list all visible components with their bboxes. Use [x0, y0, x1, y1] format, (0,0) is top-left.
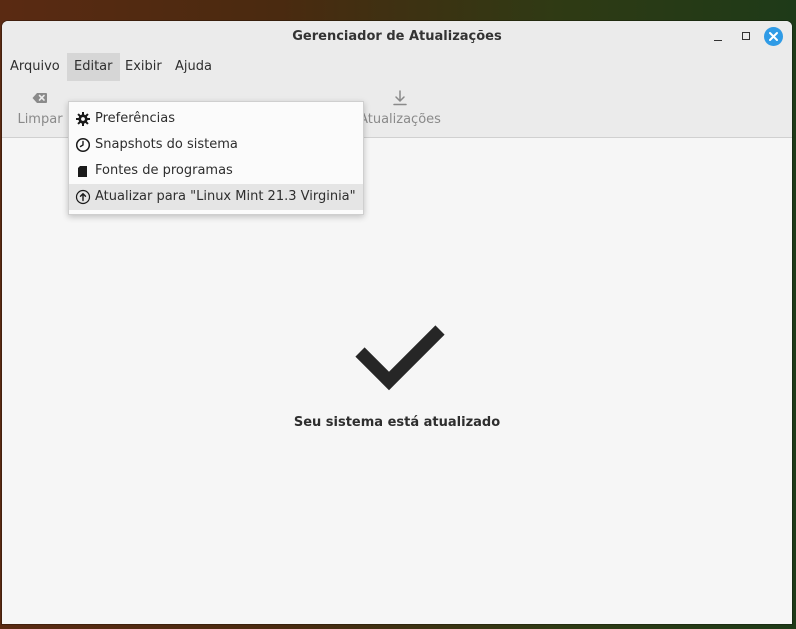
download-icon [393, 90, 407, 106]
clear-label: Limpar [17, 112, 63, 127]
install-updates-button[interactable]: Atualizações [356, 81, 444, 137]
menu-arquivo[interactable]: Arquivo [3, 53, 67, 81]
menu-item-software-sources[interactable]: Fontes de programas [69, 158, 363, 184]
menu-item-snapshots[interactable]: Snapshots do sistema [69, 132, 363, 158]
update-manager-window: Gerenciador de Atualizações Arquivo Edit… [2, 21, 792, 624]
menu-item-label: Atualizar para "Linux Mint 21.3 Virginia… [95, 189, 356, 204]
backspace-icon [32, 93, 47, 103]
titlebar[interactable]: Gerenciador de Atualizações [2, 21, 792, 53]
menu-ajuda[interactable]: Ajuda [168, 53, 219, 81]
menu-item-upgrade[interactable]: Atualizar para "Linux Mint 21.3 Virginia… [69, 184, 363, 210]
minimize-button[interactable] [708, 27, 728, 47]
menu-item-preferences[interactable]: Preferências [69, 106, 363, 132]
close-icon [769, 32, 778, 41]
menu-item-label: Fontes de programas [95, 163, 233, 178]
menu-editar[interactable]: Editar [67, 53, 120, 81]
menubar: Arquivo Editar Exibir Ajuda [2, 53, 792, 81]
gear-icon [76, 112, 90, 126]
clock-icon [75, 137, 91, 153]
menu-item-label: Preferências [95, 111, 176, 126]
window-title: Gerenciador de Atualizações [292, 29, 502, 44]
close-button[interactable] [764, 27, 783, 46]
status-message: Seu sistema está atualizado [293, 415, 501, 430]
maximize-button[interactable] [736, 27, 756, 47]
checkmark-icon [355, 325, 445, 391]
package-icon [78, 166, 87, 177]
updates-label: Atualizações [359, 112, 441, 127]
menu-exibir[interactable]: Exibir [118, 53, 169, 81]
edit-menu-dropdown: Preferências Snapshots do sistema Fontes… [68, 101, 364, 215]
clear-button[interactable]: Limpar [12, 81, 68, 137]
menu-item-label: Snapshots do sistema [95, 137, 238, 152]
upgrade-arrow-icon [75, 189, 91, 205]
